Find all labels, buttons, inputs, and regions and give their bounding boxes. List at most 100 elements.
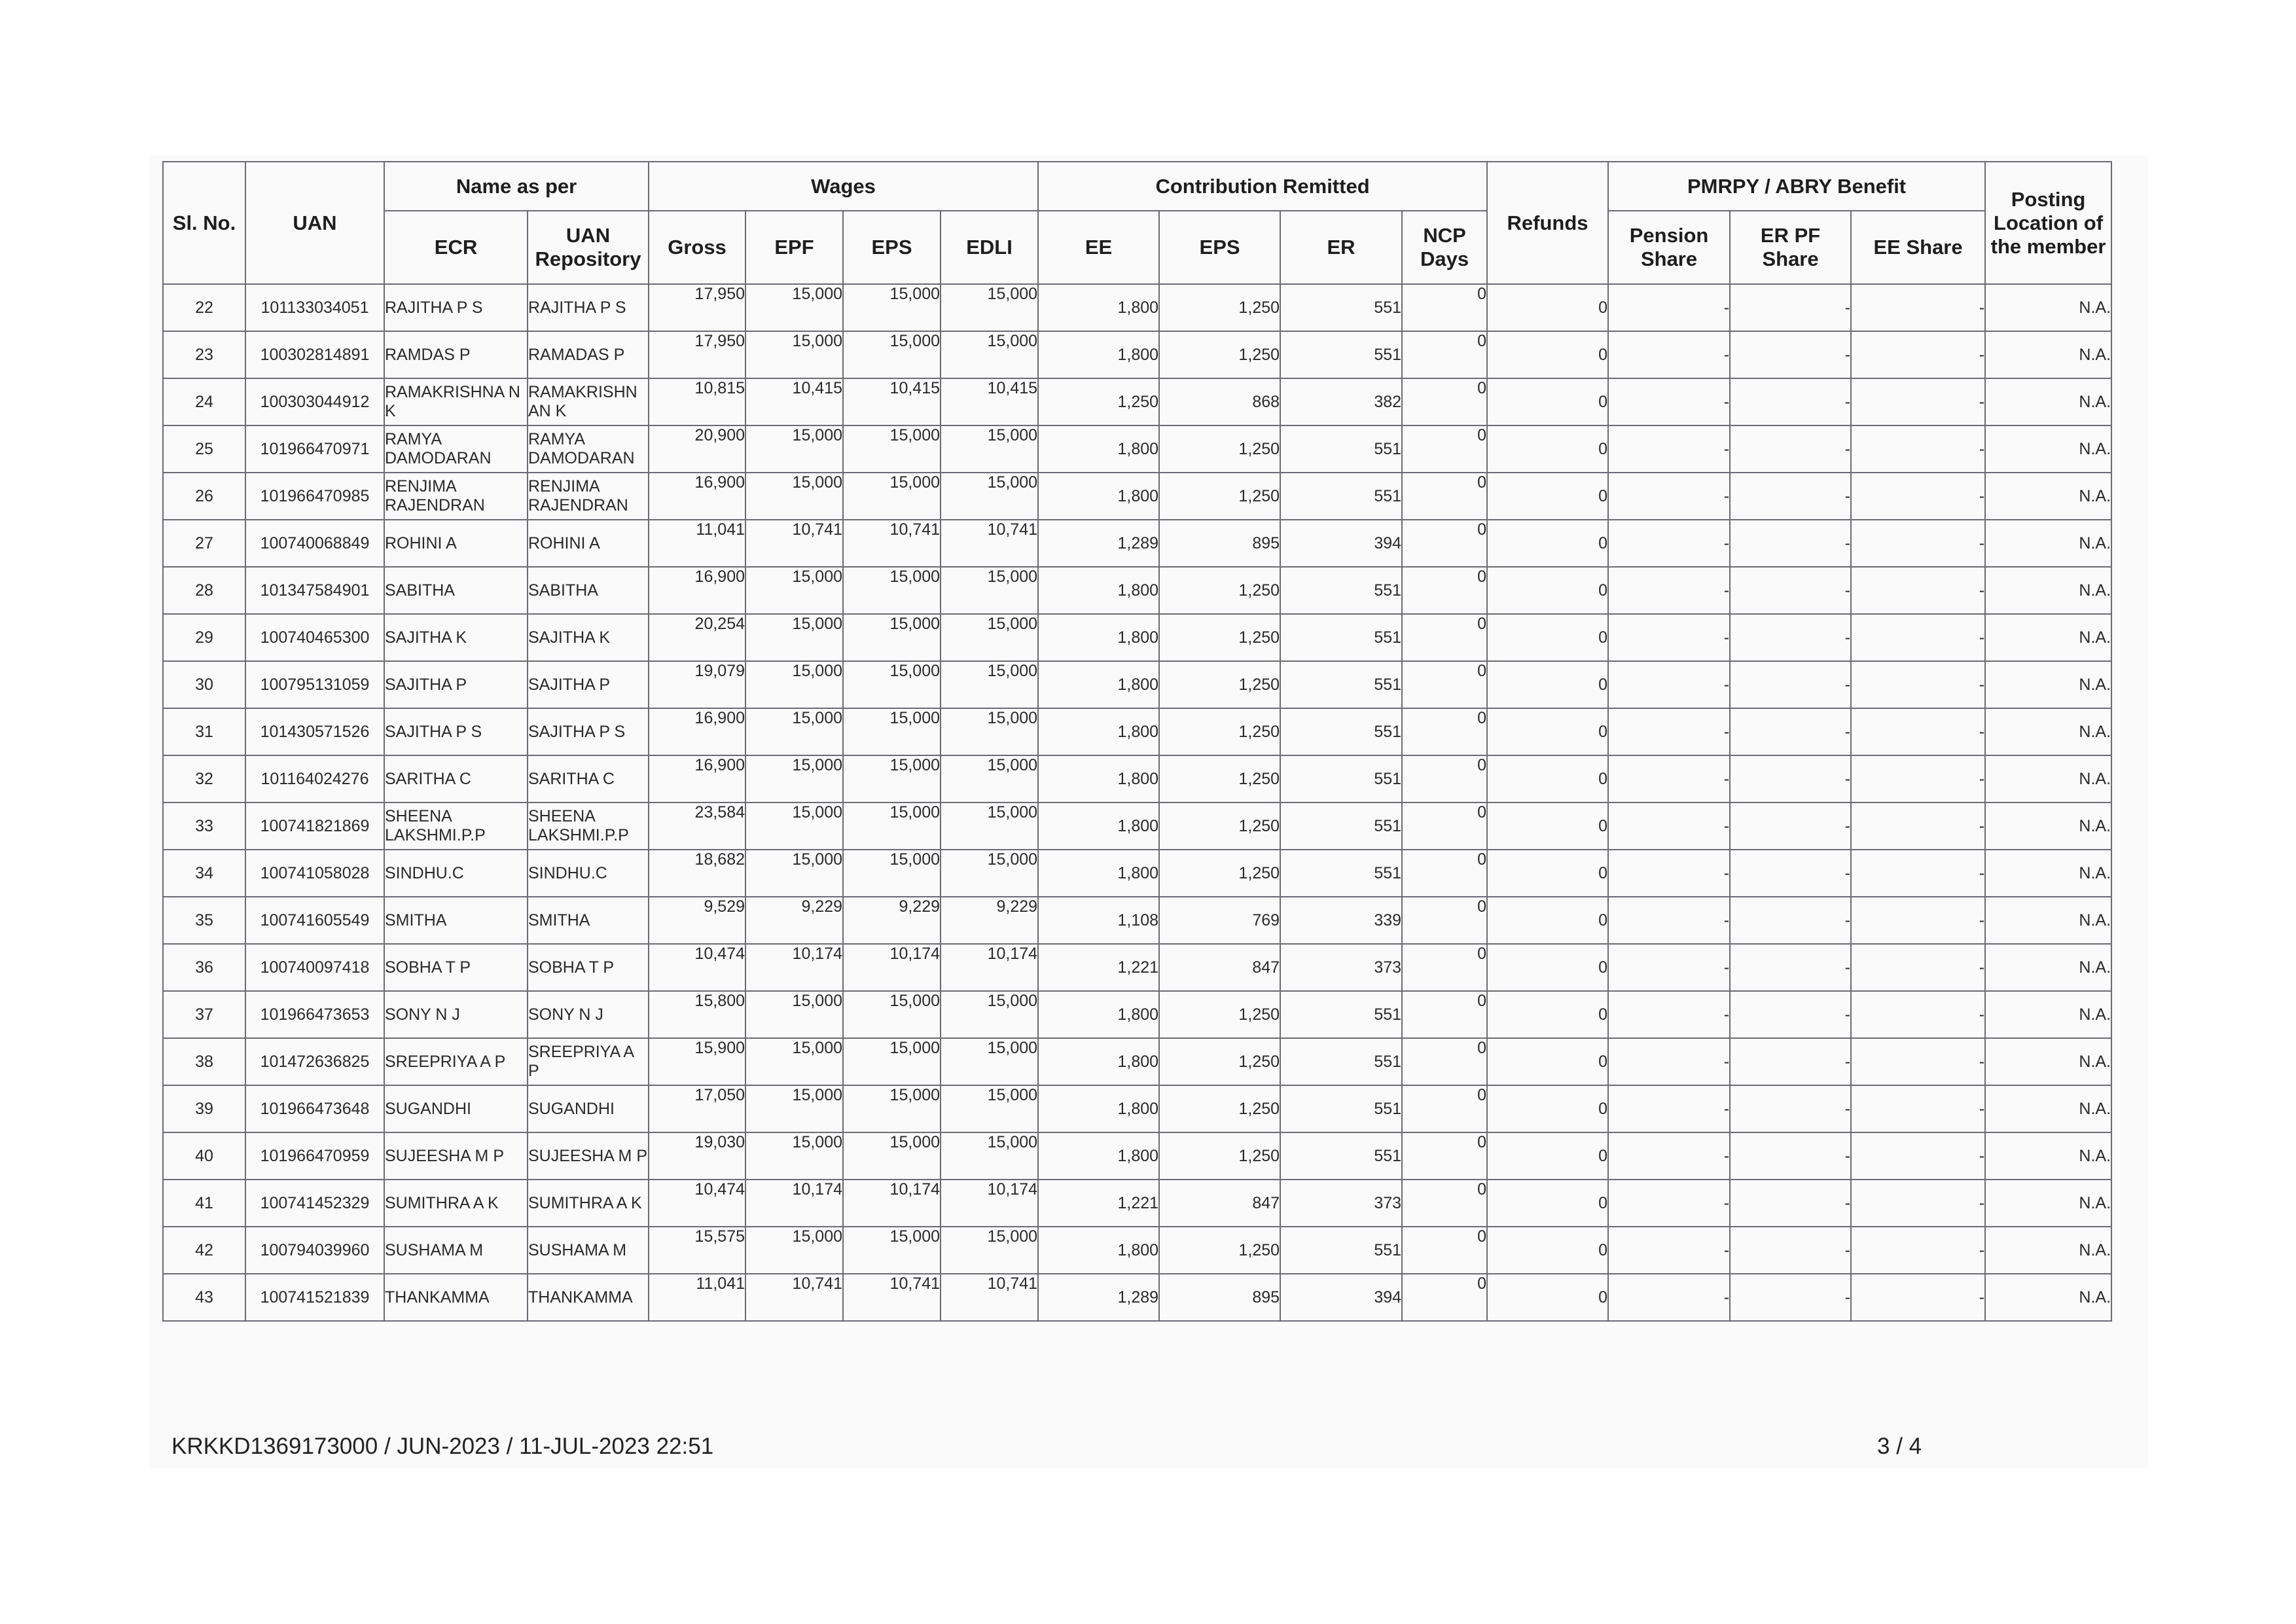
cell-uan: 100741058028	[245, 849, 385, 897]
cell-er-pf-share: -	[1729, 943, 1852, 992]
cell-edli-wages: 15,000	[940, 425, 1039, 473]
cell-name-uan-repository: RAMADAS P	[526, 331, 650, 379]
cell-er-pf-share: -	[1729, 660, 1852, 709]
cell-eps-wages: 15,000	[842, 708, 942, 756]
cell-refunds: 0	[1486, 943, 1609, 992]
cell-name-uan-repository: THANKAMMA	[526, 1273, 650, 1322]
cell-pension-share: -	[1607, 896, 1731, 945]
cell-gross-wages: 16,900	[648, 472, 747, 520]
cell-er-contribution: 551	[1280, 1038, 1403, 1086]
header-posting-location: Posting Location of the member	[1984, 161, 2113, 285]
cell-name-ecr: SOBHA T P	[384, 943, 528, 992]
cell-epf-wages: 15,000	[745, 425, 844, 473]
cell-eps-wages: 15,000	[842, 566, 942, 615]
cell-name-uan-repository: SAJITHA K	[526, 613, 650, 662]
cell-edli-wages: 15,000	[940, 283, 1039, 332]
cell-eps-wages: 15,000	[842, 849, 942, 897]
cell-posting-location: N.A.	[1984, 896, 2113, 945]
cell-edli-wages: 15,000	[940, 708, 1039, 756]
cell-epf-wages: 15,000	[745, 849, 844, 897]
cell-er-contribution: 394	[1280, 519, 1403, 568]
cell-ee-share: -	[1850, 1179, 1986, 1227]
header-refunds: Refunds	[1486, 161, 1609, 285]
table-row: 24 100303044912 RAMAKRISHNA N K RAMAKRISHN …	[162, 378, 2113, 426]
cell-edli-wages: 15,000	[940, 755, 1039, 803]
cell-name-ecr: SAJITHA P S	[384, 708, 528, 756]
cell-epf-wages: 15,000	[745, 283, 844, 332]
cell-pension-share: -	[1607, 331, 1731, 379]
cell-gross-wages: 20,900	[648, 425, 747, 473]
cell-edli-wages: 10,741	[940, 1273, 1039, 1322]
cell-sl-no: 22	[162, 283, 246, 332]
cell-er-contribution: 394	[1280, 1273, 1403, 1322]
cell-er-contribution: 373	[1280, 943, 1403, 992]
cell-edli-wages: 10,174	[940, 1179, 1039, 1227]
cell-ee-contribution: 1,800	[1037, 849, 1160, 897]
cell-eps-wages: 15,000	[842, 990, 942, 1039]
cell-name-ecr: SUJEESHA M P	[384, 1132, 528, 1180]
cell-uan: 101966470985	[245, 472, 385, 520]
cell-ncp-days: 0	[1401, 1132, 1488, 1180]
cell-eps-contribution: 1,250	[1158, 849, 1282, 897]
header-edli: EDLI	[940, 210, 1039, 285]
cell-pension-share: -	[1607, 849, 1731, 897]
cell-gross-wages: 23,584	[648, 802, 747, 850]
cell-er-pf-share: -	[1729, 1038, 1852, 1086]
table-row: 29 100740465300 SAJITHA K SAJITHA K 20,254 15…	[162, 613, 2113, 662]
cell-name-uan-repository: SHEENA LAKSHMI.P.P	[526, 802, 650, 850]
cell-gross-wages: 10,474	[648, 1179, 747, 1227]
header-eps: EPS	[842, 210, 942, 285]
cell-epf-wages: 15,000	[745, 660, 844, 709]
cell-ee-share: -	[1850, 1273, 1986, 1322]
cell-eps-wages: 15,000	[842, 283, 942, 332]
cell-gross-wages: 15,575	[648, 1226, 747, 1274]
cell-ee-share: -	[1850, 1132, 1986, 1180]
cell-pension-share: -	[1607, 1132, 1731, 1180]
cell-uan: 101966470971	[245, 425, 385, 473]
cell-eps-wages: 15,000	[842, 472, 942, 520]
cell-epf-wages: 15,000	[745, 472, 844, 520]
cell-gross-wages: 17,950	[648, 331, 747, 379]
cell-ee-share: -	[1850, 283, 1986, 332]
cell-posting-location: N.A.	[1984, 425, 2113, 473]
cell-ncp-days: 0	[1401, 802, 1488, 850]
cell-pension-share: -	[1607, 425, 1731, 473]
cell-ncp-days: 0	[1401, 1273, 1488, 1322]
cell-ncp-days: 0	[1401, 896, 1488, 945]
header-er: ER	[1280, 210, 1403, 285]
cell-refunds: 0	[1486, 660, 1609, 709]
header-sl-no: Sl. No.	[162, 161, 246, 285]
cell-pension-share: -	[1607, 755, 1731, 803]
table-row: 22 101133034051 RAJITHA P S RAJITHA P S 17,9…	[162, 283, 2113, 332]
cell-gross-wages: 15,800	[648, 990, 747, 1039]
cell-ncp-days: 0	[1401, 283, 1488, 332]
cell-eps-wages: 10,741	[842, 519, 942, 568]
cell-name-uan-repository: SUJEESHA M P	[526, 1132, 650, 1180]
cell-ee-contribution: 1,800	[1037, 1038, 1160, 1086]
header-uan-repository: UAN Repository	[526, 210, 650, 285]
table-row: 33 100741821869 SHEENA LAKSHMI.P.P SHEENA L…	[162, 802, 2113, 850]
cell-eps-wages: 15,000	[842, 613, 942, 662]
cell-pension-share: -	[1607, 708, 1731, 756]
cell-name-ecr: SABITHA	[384, 566, 528, 615]
cell-er-contribution: 551	[1280, 331, 1403, 379]
header-name-group: Name as per	[383, 161, 650, 211]
cell-refunds: 0	[1486, 802, 1609, 850]
table-body: 22 101133034051 RAJITHA P S RAJITHA P S 17,9…	[162, 283, 2113, 1322]
cell-posting-location: N.A.	[1984, 1038, 2113, 1086]
cell-edli-wages: 15,000	[940, 802, 1039, 850]
cell-epf-wages: 15,000	[745, 990, 844, 1039]
cell-eps-wages: 10,415	[842, 378, 942, 426]
header-contribution-eps: EPS	[1158, 210, 1282, 285]
cell-name-ecr: SONY N J	[384, 990, 528, 1039]
cell-pension-share: -	[1607, 566, 1731, 615]
cell-ncp-days: 0	[1401, 943, 1488, 992]
cell-gross-wages: 17,050	[648, 1085, 747, 1133]
cell-posting-location: N.A.	[1984, 1226, 2113, 1274]
cell-er-contribution: 551	[1280, 1132, 1403, 1180]
cell-eps-contribution: 1,250	[1158, 755, 1282, 803]
cell-ee-share: -	[1850, 896, 1986, 945]
cell-ee-contribution: 1,800	[1037, 1226, 1160, 1274]
cell-name-ecr: RAJITHA P S	[384, 283, 528, 332]
table-row: 31 101430571526 SAJITHA P S SAJITHA P S 16,9…	[162, 708, 2113, 756]
